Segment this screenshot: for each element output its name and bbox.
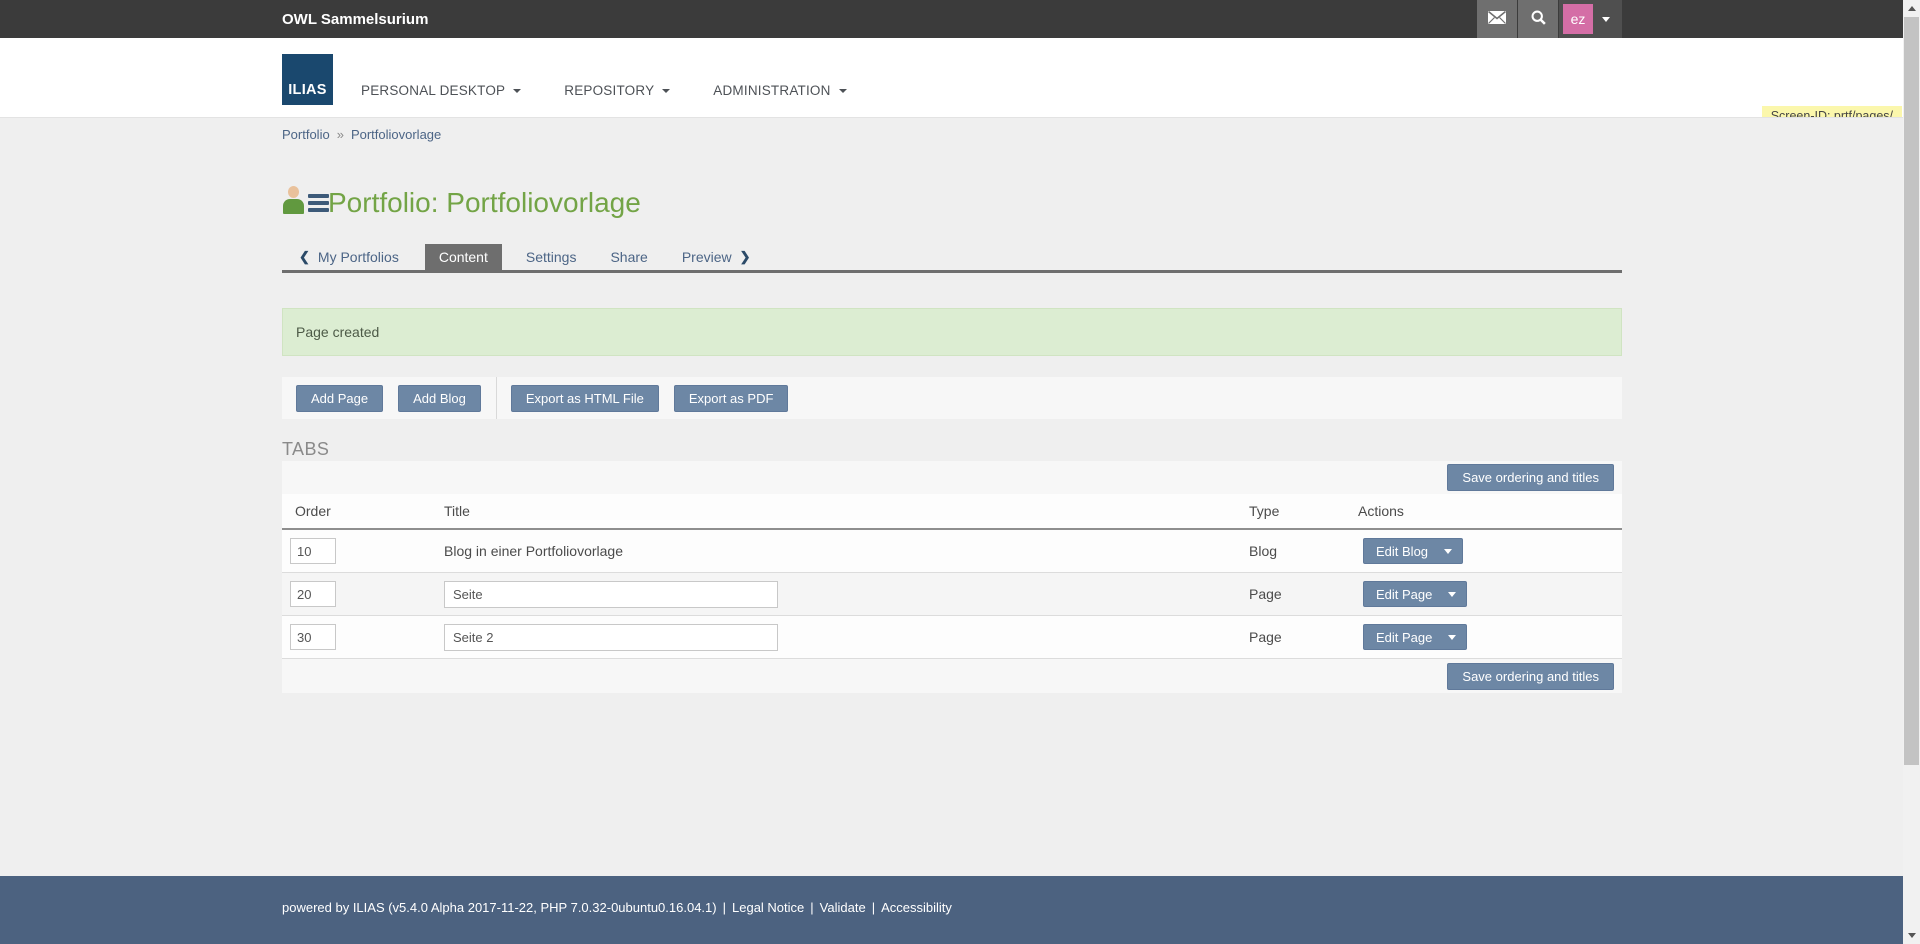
nav-item-personal-desktop[interactable]: PERSONAL DESKTOP (361, 83, 521, 98)
tab-settings[interactable]: Settings (516, 244, 587, 270)
scrollbar-thumb[interactable] (1904, 17, 1919, 765)
row-type: Blog (1249, 543, 1358, 559)
topbar-actions: ez (1476, 0, 1622, 38)
installation-title: OWL Sammelsurium (282, 11, 428, 28)
export-html-button[interactable]: Export as HTML File (511, 385, 659, 412)
avatar: ez (1563, 4, 1593, 34)
tab-bar: ❮ My Portfolios Content Settings Share P… (282, 244, 1622, 273)
chevron-down-icon (1602, 17, 1610, 22)
footer: powered by ILIAS (v5.4.0 Alpha 2017-11-2… (0, 876, 1903, 944)
table-row: Blog in einer Portfoliovorlage Blog Edit… (282, 530, 1622, 572)
main-header: ILIAS PERSONAL DESKTOP REPOSITORY ADMINI… (0, 38, 1903, 117)
table-row: Page Edit Page (282, 615, 1622, 658)
chevron-down-icon[interactable] (1448, 592, 1456, 597)
edit-blog-button[interactable]: Edit Blog (1363, 538, 1463, 564)
chevron-right-icon: ❯ (740, 249, 751, 265)
user-menu[interactable]: ez (1559, 0, 1622, 38)
main-content-area: Portfolio » Portfoliovorlage Portfolio: Po… (0, 117, 1903, 876)
chevron-left-icon: ❮ (299, 249, 310, 265)
footer-link-legal-notice[interactable]: Legal Notice (732, 900, 804, 915)
chevron-down-icon[interactable] (1448, 635, 1456, 640)
footer-link-validate[interactable]: Validate (820, 900, 866, 915)
row-type: Page (1249, 629, 1358, 645)
chevron-down-icon (513, 89, 521, 93)
tab-my-portfolios[interactable]: ❮ My Portfolios (289, 244, 409, 270)
breadcrumb: Portfolio » Portfoliovorlage (282, 118, 1622, 142)
breadcrumb-link-portfolio[interactable]: Portfolio (282, 127, 330, 142)
chevron-down-icon[interactable] (1444, 549, 1452, 554)
ilias-portfolio-screen: OWL Sammelsurium ez (0, 0, 1920, 944)
vertical-scrollbar[interactable] (1903, 0, 1920, 944)
scroll-up-arrow[interactable] (1903, 0, 1920, 17)
save-ordering-button-bottom[interactable]: Save ordering and titles (1447, 663, 1614, 690)
table-header-row: Order Title Type Actions (282, 494, 1622, 530)
col-header-type: Type (1249, 503, 1358, 519)
title-input[interactable] (444, 624, 778, 651)
add-page-button[interactable]: Add Page (296, 385, 383, 412)
save-ordering-button-top[interactable]: Save ordering and titles (1447, 464, 1614, 491)
order-input[interactable] (290, 538, 336, 564)
edit-page-button[interactable]: Edit Page (1363, 624, 1467, 650)
page-title: Portfolio: Portfoliovorlage (328, 187, 641, 219)
breadcrumb-link-portfoliovorlage[interactable]: Portfoliovorlage (351, 127, 441, 142)
order-input[interactable] (290, 581, 336, 607)
table-row: Page Edit Page (282, 572, 1622, 615)
chevron-down-icon (839, 89, 847, 93)
footer-powered-by: powered by ILIAS (v5.4.0 Alpha 2017-11-2… (282, 900, 717, 915)
tabs-section-heading: TABS (282, 439, 1622, 460)
page-title-row: Portfolio: Portfoliovorlage (282, 184, 1622, 222)
row-title-text: Blog in einer Portfoliovorlage (444, 543, 1249, 559)
nav-item-administration[interactable]: ADMINISTRATION (713, 83, 846, 98)
table-bottom-band: Save ordering and titles (282, 658, 1622, 693)
edit-page-button[interactable]: Edit Page (1363, 581, 1467, 607)
mail-icon (1488, 11, 1506, 27)
tab-content[interactable]: Content (425, 244, 502, 270)
order-input[interactable] (290, 624, 336, 650)
portfolio-icon (282, 187, 328, 219)
footer-link-accessibility[interactable]: Accessibility (881, 900, 952, 915)
success-message: Page created (282, 308, 1622, 356)
mail-button[interactable] (1477, 0, 1517, 38)
scroll-down-arrow[interactable] (1903, 927, 1920, 944)
nav-item-repository[interactable]: REPOSITORY (564, 83, 670, 98)
breadcrumb-separator: » (337, 127, 344, 142)
tab-share[interactable]: Share (600, 244, 657, 270)
topbar: OWL Sammelsurium ez (0, 0, 1903, 38)
col-header-order: Order (282, 503, 444, 519)
col-header-title: Title (444, 503, 1249, 519)
tab-preview[interactable]: Preview ❯ (672, 244, 761, 270)
col-header-actions: Actions (1358, 503, 1622, 519)
title-input[interactable] (444, 581, 778, 608)
toolbar-divider (496, 377, 497, 419)
export-pdf-button[interactable]: Export as PDF (674, 385, 789, 412)
toolbar: Add Page Add Blog Export as HTML File Ex… (282, 377, 1622, 419)
search-icon (1530, 9, 1547, 29)
ilias-logo[interactable]: ILIAS (282, 54, 333, 105)
add-blog-button[interactable]: Add Blog (398, 385, 481, 412)
chevron-down-icon (662, 89, 670, 93)
main-nav: PERSONAL DESKTOP REPOSITORY ADMINISTRATI… (361, 83, 890, 98)
table-top-band: Save ordering and titles (282, 461, 1622, 494)
row-type: Page (1249, 586, 1358, 602)
search-button[interactable] (1518, 0, 1558, 38)
